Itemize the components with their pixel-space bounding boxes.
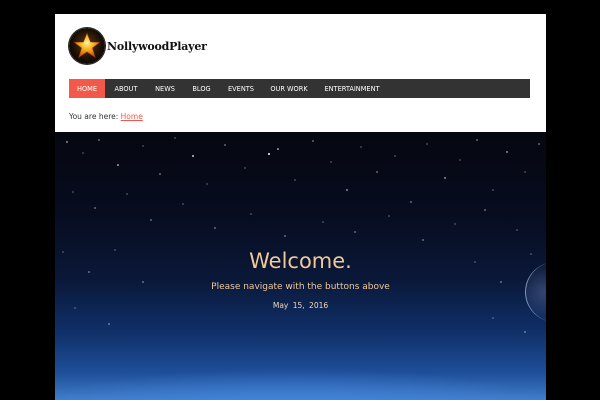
breadcrumb-prefix: You are here: — [69, 112, 119, 121]
page-container: NollywoodPlayer Home About News Blog Eve… — [55, 14, 546, 400]
nav-item-home[interactable]: Home — [69, 79, 105, 98]
nav-item-our-work[interactable]: Our Work — [262, 79, 316, 98]
site-logo[interactable]: NollywoodPlayer — [69, 28, 207, 64]
site-header: NollywoodPlayer Home About News Blog Eve… — [55, 14, 546, 121]
breadcrumb: You are here: Home — [69, 112, 143, 121]
hero-title: Welcome. — [249, 249, 352, 273]
nav-item-events[interactable]: Events — [220, 79, 262, 98]
site-title: NollywoodPlayer — [107, 39, 207, 53]
nav-item-news[interactable]: News — [147, 79, 183, 98]
nav-item-blog[interactable]: Blog — [183, 79, 220, 98]
nav-item-about[interactable]: About — [105, 79, 147, 98]
star-logo-icon — [69, 28, 105, 64]
hero-subtitle: Please navigate with the buttons above — [211, 282, 390, 292]
breadcrumb-home-link[interactable]: Home — [121, 112, 143, 121]
hero-date: May 15, 2016 — [272, 301, 329, 310]
hero-banner: Welcome. Please navigate with the button… — [55, 132, 546, 400]
nav-item-entertainment[interactable]: Entertainment — [316, 79, 388, 98]
main-navigation: Home About News Blog Events Our Work Ent… — [69, 79, 530, 98]
